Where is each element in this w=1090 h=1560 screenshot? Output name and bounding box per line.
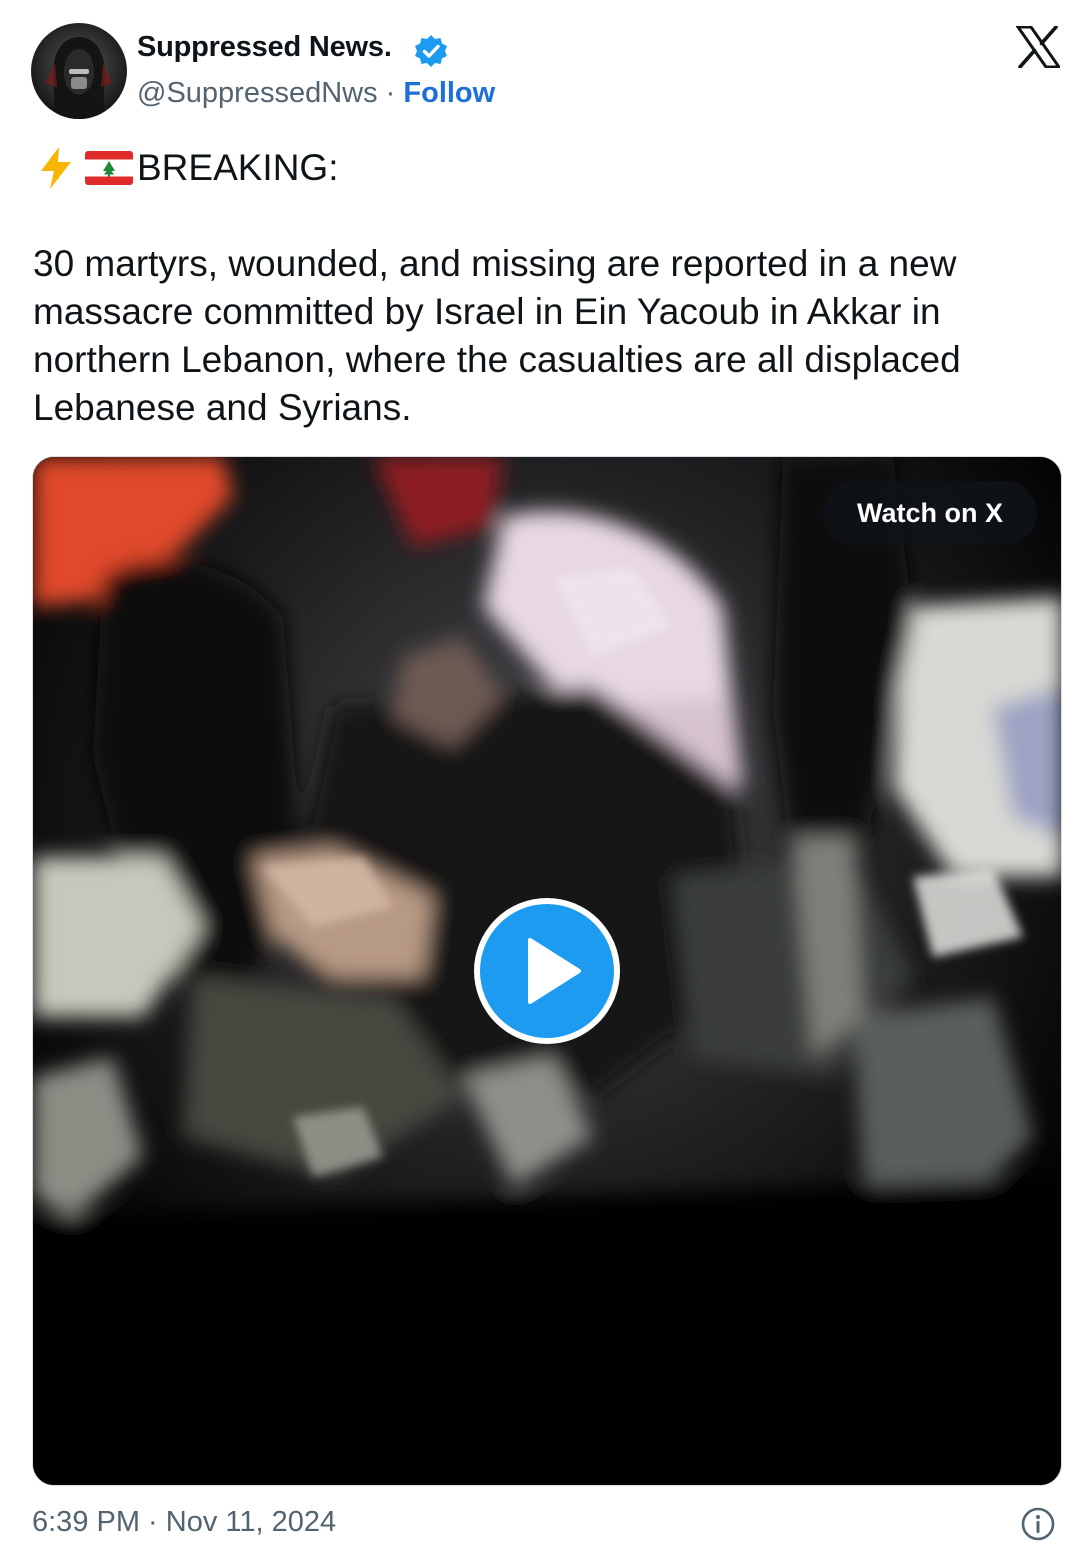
tweet-body: 30 martyrs, wounded, and missing are rep… [33, 243, 961, 428]
verified-badge-icon [415, 35, 447, 67]
lightning-bolt-icon [41, 147, 71, 189]
hooded-figure-icon [45, 37, 113, 119]
video-media[interactable]: Watch on X [32, 456, 1062, 1486]
breaking-line: BREAKING: [33, 144, 339, 192]
tweet-timestamp[interactable]: 6:39 PM · Nov 11, 2024 [32, 1506, 336, 1539]
author-avatar[interactable] [31, 23, 127, 119]
info-icon[interactable] [1020, 1506, 1056, 1542]
author-name[interactable]: Suppressed News. [137, 31, 392, 64]
play-icon [528, 938, 581, 1004]
handle-row: @SuppressedNws · Follow [137, 77, 495, 110]
follow-button[interactable]: Follow [403, 77, 495, 109]
play-button[interactable] [480, 904, 614, 1038]
lebanon-flag-icon [85, 151, 133, 185]
handle-separator: · [385, 77, 404, 109]
tweet-embed-card: Suppressed News. @SuppressedNws · Follow… [0, 0, 1090, 1560]
watch-on-x-button[interactable]: Watch on X [823, 481, 1037, 545]
author-handle[interactable]: @SuppressedNws [137, 77, 378, 109]
x-logo-icon[interactable] [1016, 26, 1060, 68]
headline: BREAKING: [137, 147, 339, 188]
